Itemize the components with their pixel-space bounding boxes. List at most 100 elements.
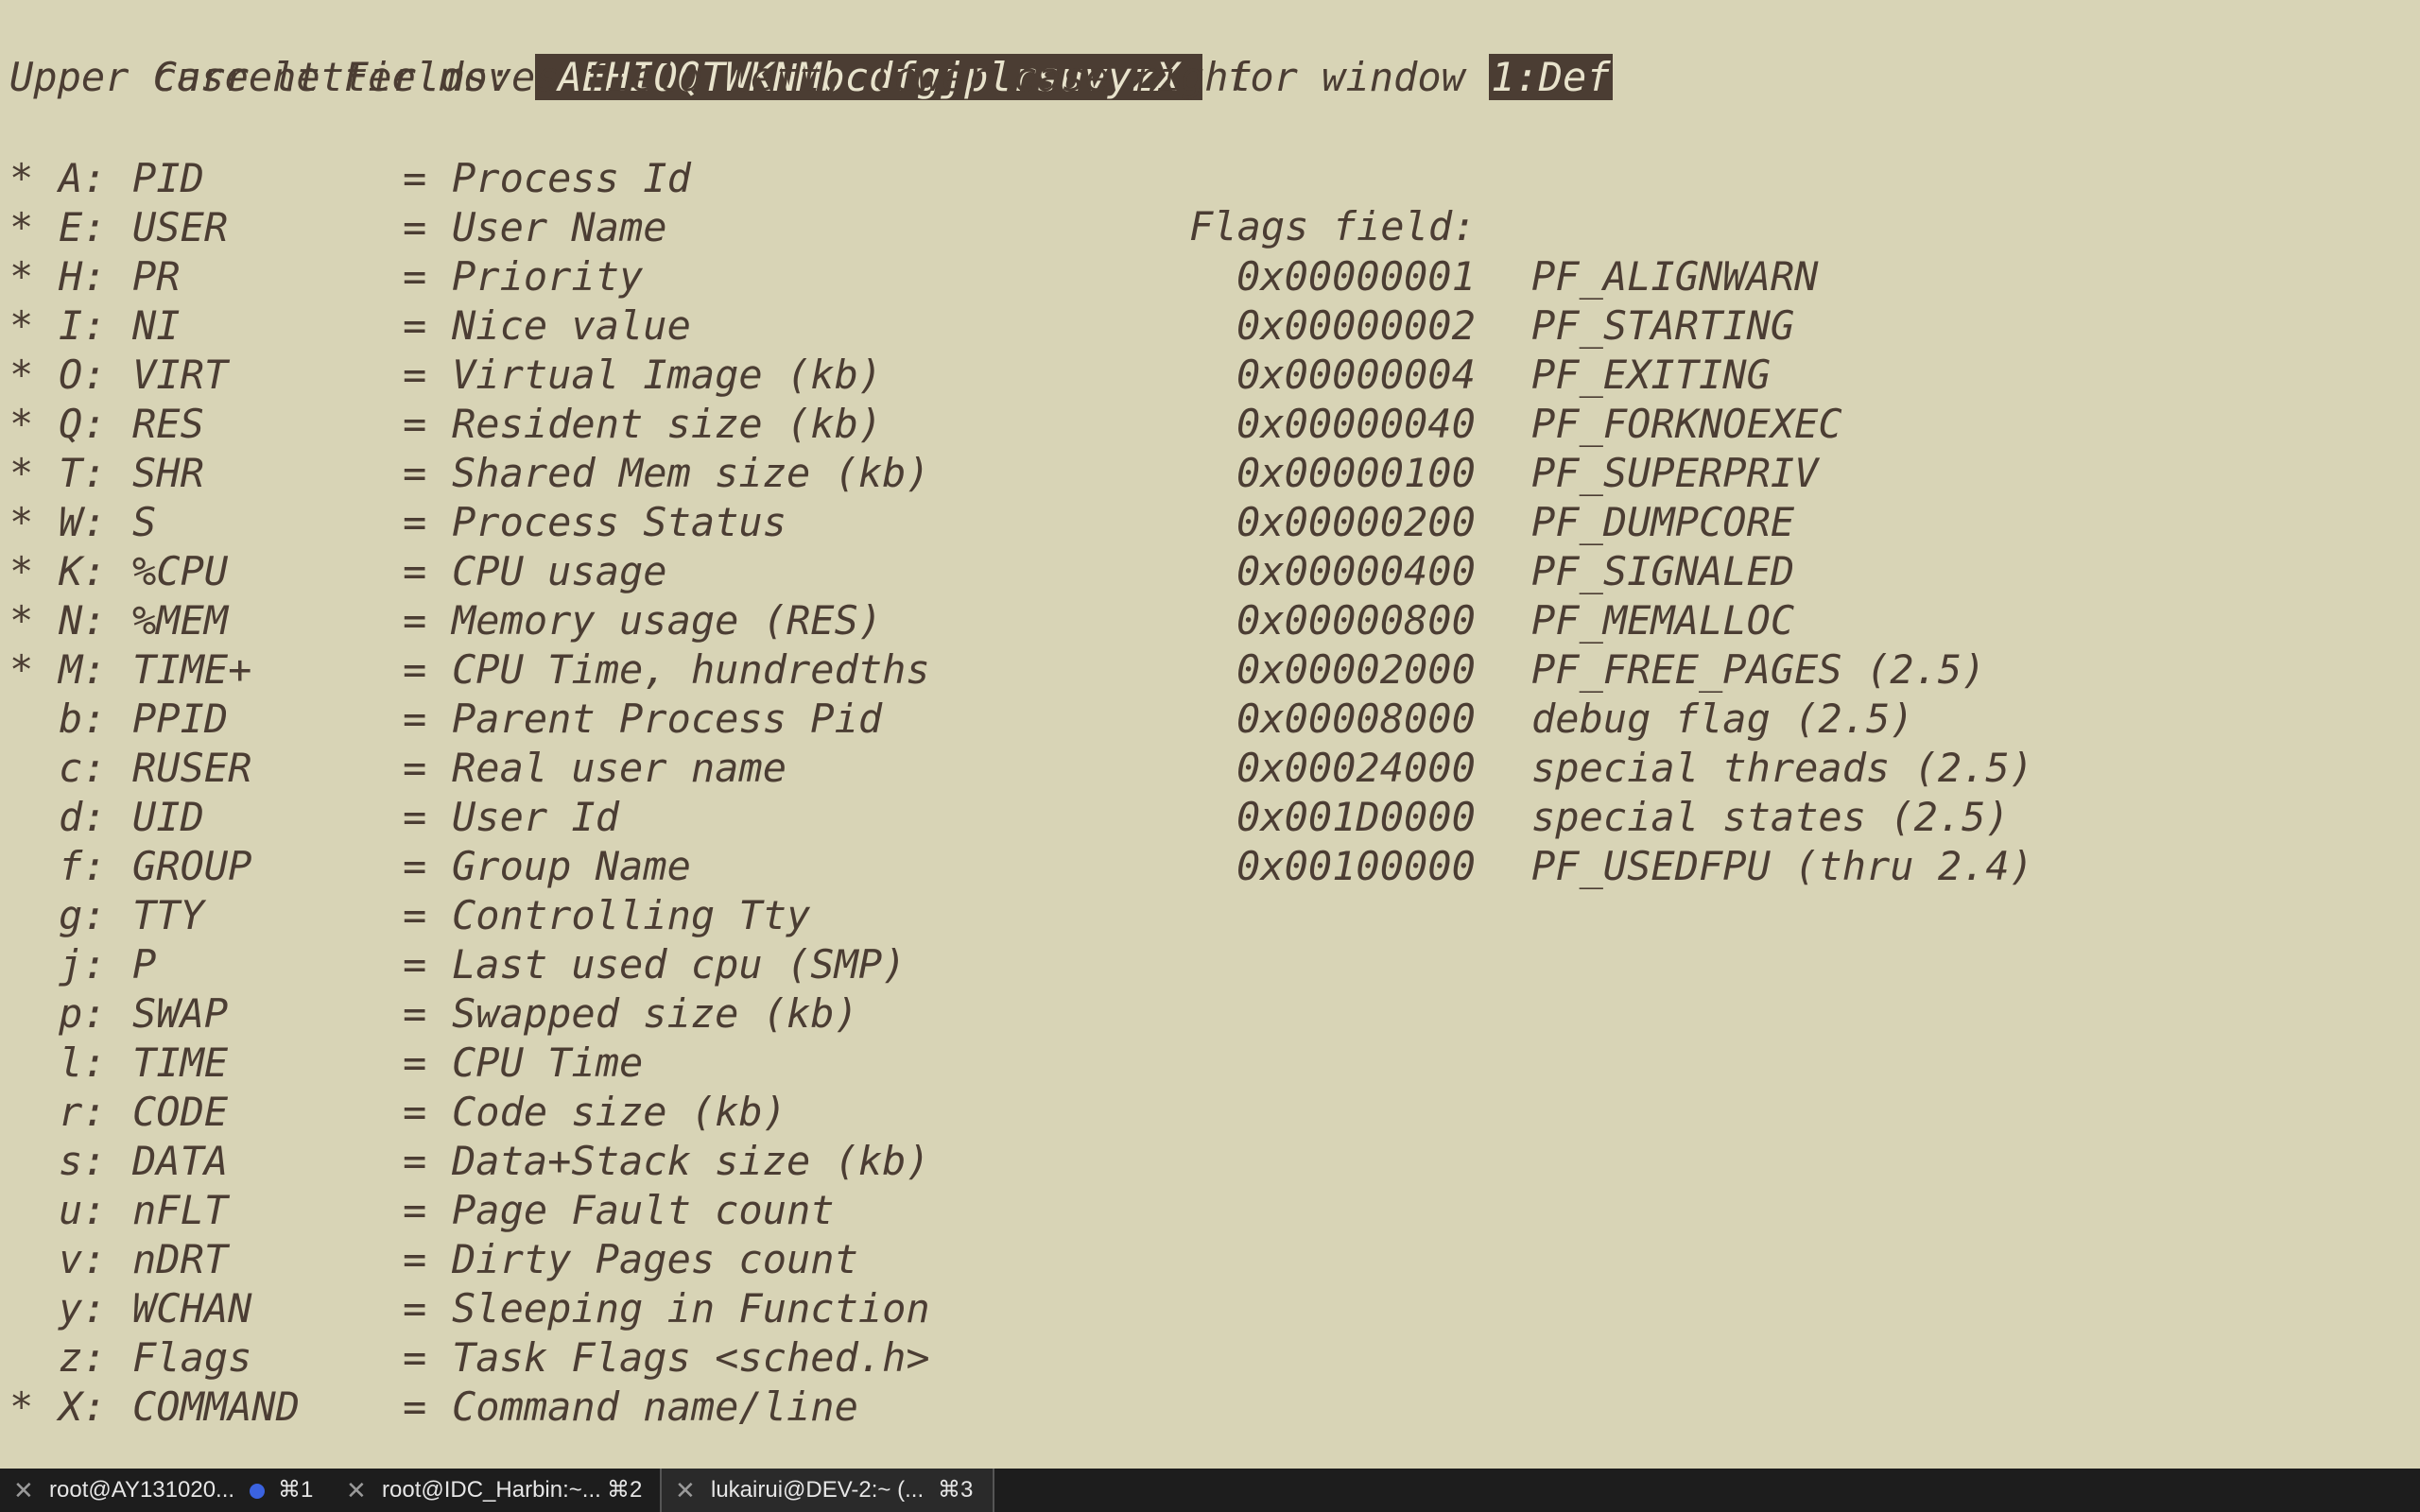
field-name: nFLT	[132, 1187, 229, 1233]
field-name: SHR	[132, 450, 204, 496]
field-eq: =	[403, 548, 427, 594]
field-desc: Task Flags <sched.h>	[452, 1334, 930, 1381]
field-key: T:	[59, 450, 107, 496]
field-row: * I: NI = Nice value	[9, 301, 1182, 351]
field-key: s:	[59, 1138, 107, 1184]
field-row: g: TTY = Controlling Tty	[9, 891, 1182, 940]
tab-shortcut: ⌘2	[607, 1477, 643, 1503]
flag-desc: PF_FORKNOEXEC	[1531, 401, 1842, 447]
tab-1[interactable]: ✕ root@AY131020... ⌘1	[0, 1469, 333, 1512]
field-eq: =	[403, 1334, 427, 1381]
field-desc: CPU Time, hundredths	[452, 646, 930, 693]
field-name: WCHAN	[132, 1285, 252, 1332]
flag-row: 0x00000200 PF_DUMPCORE	[1236, 498, 2409, 547]
tab-bar: ✕ root@AY131020... ⌘1 ✕ root@IDC_Harbin:…	[0, 1469, 2420, 1512]
flag-hex: 0x00000400	[1236, 548, 1476, 594]
flag-hex: 0x00000100	[1236, 450, 1476, 496]
field-row: * X: COMMAND = Command name/line	[9, 1383, 1182, 1432]
field-row: v: nDRT = Dirty Pages count	[9, 1235, 1182, 1284]
field-desc: Data+Stack size (kb)	[452, 1138, 930, 1184]
field-key: Q:	[59, 401, 107, 447]
field-desc: Virtual Image (kb)	[452, 352, 883, 398]
flag-hex: 0x00000200	[1236, 499, 1476, 545]
field-desc: Resident size (kb)	[452, 401, 883, 447]
flag-desc: PF_DUMPCORE	[1531, 499, 1795, 545]
field-key: g:	[59, 892, 107, 938]
field-key: b:	[59, 696, 107, 742]
flag-row: 0x00008000 debug flag (2.5)	[1236, 695, 2409, 744]
field-key: j:	[59, 941, 107, 988]
field-eq: =	[403, 401, 427, 447]
tab-3[interactable]: ✕ lukairui@DEV-2:~ (... ⌘3	[660, 1469, 994, 1512]
field-eq: =	[403, 597, 427, 644]
field-row: * K: %CPU = CPU usage	[9, 547, 1182, 596]
field-star: *	[9, 352, 34, 398]
field-desc: User Id	[452, 794, 620, 840]
field-desc: Code size (kb)	[452, 1089, 787, 1135]
field-row: * E: USER = User Name	[9, 203, 1182, 252]
field-name: P	[132, 941, 157, 988]
flag-hex: 0x00000001	[1236, 253, 1476, 300]
field-desc: Parent Process Pid	[452, 696, 883, 742]
field-star: *	[9, 450, 34, 496]
field-key: v:	[59, 1236, 107, 1282]
field-key: z:	[59, 1334, 107, 1381]
field-row: * Q: RES = Resident size (kb)	[9, 400, 1182, 449]
tab-title: root@IDC_Harbin:~...	[382, 1477, 601, 1503]
flag-desc: PF_STARTING	[1531, 302, 1795, 349]
flag-hex: 0x001D0000	[1236, 794, 1476, 840]
field-desc: Shared Mem size (kb)	[452, 450, 930, 496]
field-eq: =	[403, 941, 427, 988]
field-name: NI	[132, 302, 181, 349]
field-desc: Nice value	[452, 302, 691, 349]
tab-2[interactable]: ✕ root@IDC_Harbin:~... ⌘2	[333, 1469, 660, 1512]
field-name: nDRT	[132, 1236, 229, 1282]
flag-desc: PF_SUPERPRIV	[1531, 450, 1819, 496]
field-desc: Page Fault count	[452, 1187, 835, 1233]
close-icon[interactable]: ✕	[13, 1469, 34, 1512]
flag-hex: 0x00100000	[1236, 843, 1476, 889]
field-key: H:	[59, 253, 107, 300]
field-key: K:	[59, 548, 107, 594]
field-eq: =	[403, 1383, 427, 1430]
field-eq: =	[403, 499, 427, 545]
flag-desc: PF_USEDFPU (thru 2.4)	[1531, 843, 2034, 889]
field-row: z: Flags = Task Flags <sched.h>	[9, 1333, 1182, 1383]
field-star: *	[9, 548, 34, 594]
field-row: * N: %MEM = Memory usage (RES)	[9, 596, 1182, 645]
field-name: %CPU	[132, 548, 229, 594]
close-icon[interactable]: ✕	[346, 1469, 367, 1512]
field-row: * M: TIME+ = CPU Time, hundredths	[9, 645, 1182, 695]
field-key: u:	[59, 1187, 107, 1233]
flag-desc: PF_SIGNALED	[1531, 548, 1795, 594]
field-star: *	[9, 401, 34, 447]
field-eq: =	[403, 794, 427, 840]
field-desc: Process Status	[452, 499, 787, 545]
field-row: d: UID = User Id	[9, 793, 1182, 842]
close-icon[interactable]: ✕	[675, 1469, 696, 1512]
tab-title: lukairui@DEV-2:~ (...	[711, 1477, 925, 1503]
terminal-content[interactable]: Current Fields: AEHIOQTWKNMbcdfgjplrsuvy…	[9, 0, 2411, 1469]
field-key: c:	[59, 745, 107, 791]
field-eq: =	[403, 450, 427, 496]
field-eq: =	[403, 696, 427, 742]
field-name: TIME+	[132, 646, 252, 693]
flag-row: 0x00000002 PF_STARTING	[1236, 301, 2409, 351]
flag-row: 0x00000004 PF_EXITING	[1236, 351, 2409, 400]
field-name: S	[132, 499, 157, 545]
field-row: j: P = Last used cpu (SMP)	[9, 940, 1182, 989]
field-eq: =	[403, 1236, 427, 1282]
field-star: *	[9, 253, 34, 300]
flag-hex: 0x00000004	[1236, 352, 1476, 398]
field-desc: Memory usage (RES)	[452, 597, 883, 644]
flag-hex: 0x00024000	[1236, 745, 1476, 791]
field-name: COMMAND	[132, 1383, 301, 1430]
field-desc: Process Id	[452, 155, 691, 201]
field-eq: =	[403, 155, 427, 201]
flag-desc: debug flag (2.5)	[1531, 696, 1914, 742]
field-name: TIME	[132, 1040, 229, 1086]
field-name: SWAP	[132, 990, 229, 1037]
field-row: f: GROUP = Group Name	[9, 842, 1182, 891]
field-name: RES	[132, 401, 204, 447]
field-name: CODE	[132, 1089, 229, 1135]
